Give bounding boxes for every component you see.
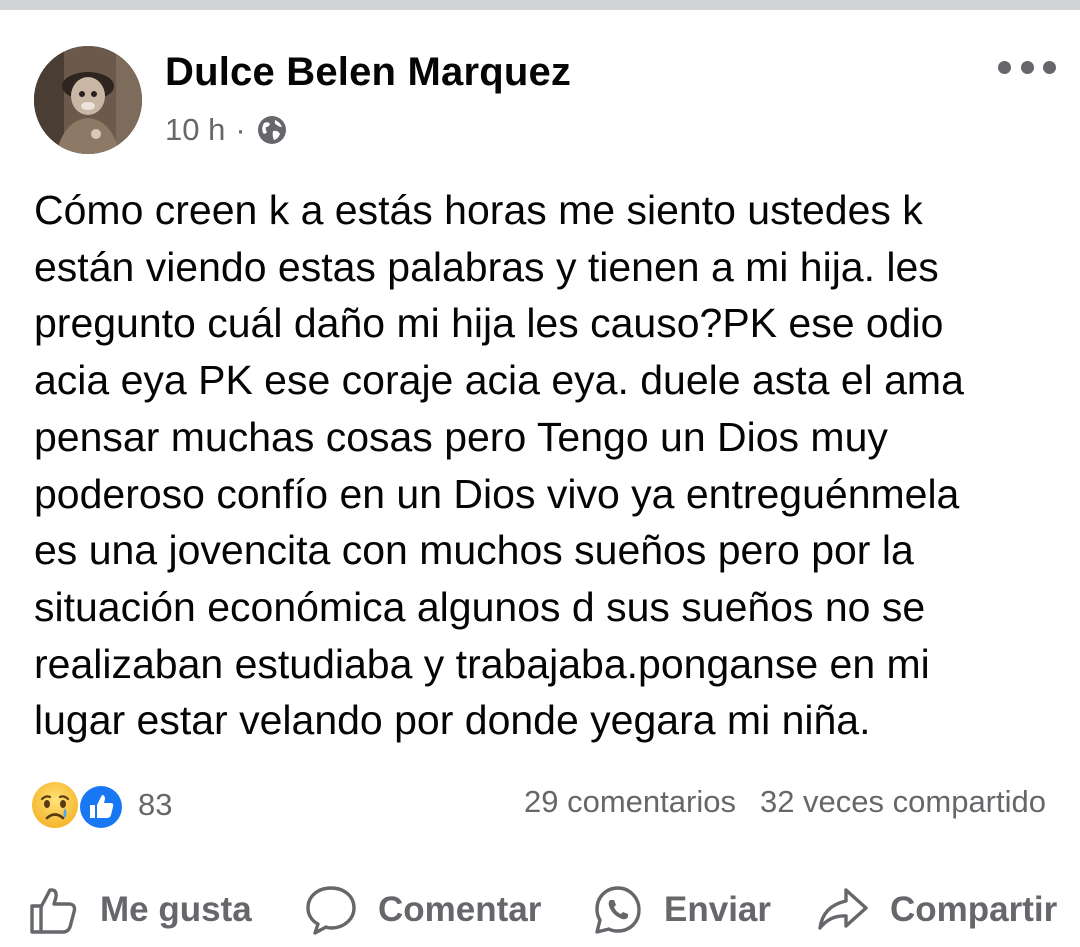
like-button[interactable]: Me gusta [28, 872, 252, 947]
thumbs-up-icon [30, 887, 77, 934]
comment-bubble-icon [306, 885, 356, 935]
post-text-line: lugar estar velando por donde yegara mi … [34, 697, 871, 744]
post-stats: 29 comentarios 32 veces compartido [524, 784, 1046, 820]
post-text-line: Cómo creen k a estás horas me siento ust… [34, 187, 923, 233]
shares-count[interactable]: 32 veces compartido [760, 784, 1046, 820]
like-reaction-icon [78, 784, 124, 830]
avatar[interactable] [34, 46, 142, 154]
post-text-line: están viendo estas palabras y tienen a m… [34, 243, 939, 290]
post-text-line: pensar muchas cosas pero Tengo un Dios m… [34, 413, 888, 460]
post-time[interactable]: 10 h [165, 112, 225, 148]
whatsapp-icon [595, 885, 641, 934]
post-text-line: realizaban estudiaba y trabajaba.pongans… [34, 640, 930, 687]
send-button[interactable]: Enviar [592, 872, 771, 947]
meta-separator: · [235, 112, 246, 147]
post-text-line: es una jovencita con muchos sueños pero … [34, 527, 914, 574]
send-label: Enviar [664, 889, 771, 929]
like-label: Me gusta [100, 889, 252, 929]
comments-count[interactable]: 29 comentarios [524, 784, 736, 820]
comment-button[interactable]: Comentar [304, 872, 541, 947]
post-text: Cómo creen k a estás horas me siento ust… [34, 182, 1054, 749]
action-bar: Me gusta Comentar Enviar Compartir [0, 872, 1080, 947]
post-text-line: pregunto cuál daño mi hija les causo?PK … [34, 300, 944, 347]
reaction-count: 83 [138, 787, 173, 822]
post-meta: 10 h · [165, 110, 288, 150]
share-arrow-icon [818, 887, 868, 930]
post-text-line: acia eya PK ese coraje acia eya. duele a… [34, 357, 964, 404]
comment-label: Comentar [378, 889, 542, 929]
top-bar [0, 0, 1080, 10]
post-text-line: situación económica algunos d sus sueños… [34, 583, 926, 630]
more-options-icon[interactable] [998, 52, 1056, 82]
post-text-line: poderoso confío en un Dios vivo ya entre… [34, 470, 960, 517]
globe-icon[interactable] [256, 114, 288, 146]
reactions-summary[interactable]: 83 [30, 780, 172, 830]
sad-face-icon [32, 782, 78, 828]
share-button[interactable]: Compartir [816, 872, 1057, 947]
share-label: Compartir [890, 889, 1058, 929]
author-name[interactable]: Dulce Belen Marquez [165, 50, 571, 95]
